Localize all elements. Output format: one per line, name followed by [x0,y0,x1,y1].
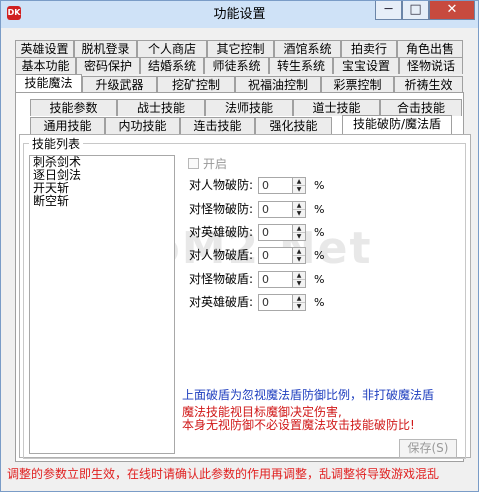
tab-tavern-system[interactable]: 酒馆系统 [274,40,341,57]
save-button[interactable]: 保存(S) [399,439,457,458]
percent-unit: % [314,226,325,239]
tab-chain-skills[interactable]: 连击技能 [180,117,255,134]
title-bar: DK 功能设置 ─ □ ✕ [1,1,478,28]
tab-personal-shop[interactable]: 个人商店 [137,40,207,57]
tab-enhance-skills[interactable]: 强化技能 [255,117,332,134]
hero-break-shield-label: 对英雄破盾: [189,295,254,309]
tab-common-skills[interactable]: 通用技能 [30,117,105,134]
tab-lottery-control[interactable]: 彩票控制 [321,76,394,93]
tab-taoist-skills[interactable]: 道士技能 [293,99,380,116]
minimize-button[interactable]: ─ [375,1,402,20]
hero-break-defense-input[interactable]: 0 ▲ ▼ [258,224,306,241]
monster-break-shield-input[interactable]: 0 ▲ ▼ [258,271,306,288]
tab-mining-control[interactable]: 挖矿控制 [157,76,235,93]
tab-upgrade-weapon[interactable]: 升级武器 [82,76,157,93]
enable-label: 开启 [203,157,228,171]
spin-value[interactable]: 0 [262,248,269,263]
close-button[interactable]: ✕ [429,1,475,20]
tab-blessing-oil-control[interactable]: 祝福油控制 [235,76,321,93]
percent-unit: % [314,273,325,286]
tab-rebirth-system[interactable]: 转生系统 [269,57,333,74]
spin-down-icon[interactable]: ▼ [293,233,305,240]
spin-up-icon[interactable]: ▲ [293,178,305,186]
tab-mentor-system[interactable]: 师徒系统 [204,57,269,74]
spin-down-icon[interactable]: ▼ [293,303,305,310]
magic-shield-note: 上面破盾为忽视魔法盾防御比例，非打破魔法盾 [182,388,435,402]
player-break-defense-label: 对人物破防: [189,178,254,192]
spin-value[interactable]: 0 [262,295,269,310]
spin-up-icon[interactable]: ▲ [293,202,305,210]
player-break-defense-input[interactable]: 0 ▲ ▼ [258,177,306,194]
enable-checkbox[interactable]: 开启 [188,156,248,172]
tab-internal-skills[interactable]: 内功技能 [105,117,180,134]
warning-line-2: 本身无视防御不必设置魔法攻击技能破防比! [182,418,415,432]
percent-unit: % [314,249,325,262]
tab-skill-params[interactable]: 技能参数 [30,99,117,116]
tab-skills-magic[interactable]: 技能魔法 [15,74,82,93]
tab-skill-break-magic-shield[interactable]: 技能破防/魔法盾 [342,115,452,135]
list-item[interactable]: 断空斩 [30,195,174,208]
tab-other-control[interactable]: 其它控制 [207,40,274,57]
spin-down-icon[interactable]: ▼ [293,210,305,217]
tab-pet-settings[interactable]: 宝宝设置 [333,57,399,74]
player-break-shield-input[interactable]: 0 ▲ ▼ [258,247,306,264]
percent-unit: % [314,203,325,216]
tab-password-protect[interactable]: 密码保护 [76,57,140,74]
tab-basic-functions[interactable]: 基本功能 [15,57,76,74]
tab-monster-talk[interactable]: 怪物说话 [399,57,463,74]
spin-up-icon[interactable]: ▲ [293,248,305,256]
spin-value[interactable]: 0 [262,178,269,193]
spin-value[interactable]: 0 [262,202,269,217]
hero-break-shield-input[interactable]: 0 ▲ ▼ [258,294,306,311]
tab-warrior-skills[interactable]: 战士技能 [117,99,205,116]
checkbox-box[interactable] [188,158,199,169]
spin-down-icon[interactable]: ▼ [293,256,305,263]
settings-window: DK 功能设置 ─ □ ✕ 英雄设置 脱机登录 个人商店 其它控制 酒馆系统 拍… [0,0,479,492]
spin-up-icon[interactable]: ▲ [293,225,305,233]
tab-offline-login[interactable]: 脱机登录 [74,40,137,57]
spin-up-icon[interactable]: ▲ [293,272,305,280]
spin-value[interactable]: 0 [262,225,269,240]
magic-skill-warning: 魔法技能视目标魔御决定伤害, 本身无视防御不必设置魔法攻击技能破防比! [182,406,415,432]
spin-down-icon[interactable]: ▼ [293,280,305,287]
percent-unit: % [314,296,325,309]
monster-break-defense-label: 对怪物破防: [189,202,254,216]
tab-prayer-effect[interactable]: 祈祷生效 [394,76,463,93]
maximize-button[interactable]: □ [402,1,429,20]
spin-value[interactable]: 0 [262,272,269,287]
monster-break-shield-label: 对怪物破盾: [189,272,254,286]
tab-hero-settings[interactable]: 英雄设置 [15,40,74,57]
spin-up-icon[interactable]: ▲ [293,295,305,303]
tab-mage-skills[interactable]: 法师技能 [205,99,293,116]
tab-combo-skills[interactable]: 合击技能 [380,99,462,116]
spin-down-icon[interactable]: ▼ [293,186,305,193]
status-warning: 调整的参数立即生效，在线时请确认此参数的作用再调整，乱调整将导致游戏混乱 [7,467,440,481]
hero-break-defense-label: 对英雄破防: [189,225,254,239]
monster-break-defense-input[interactable]: 0 ▲ ▼ [258,201,306,218]
tab-marriage-system[interactable]: 结婚系统 [140,57,204,74]
skill-list-label: 技能列表 [29,138,84,150]
skill-listbox[interactable]: 刺杀剑术 逐日剑法 开天斩 断空斩 [29,155,175,454]
tab-character-sale[interactable]: 角色出售 [397,40,463,57]
percent-unit: % [314,179,325,192]
player-break-shield-label: 对人物破盾: [189,248,254,262]
tab-auction[interactable]: 拍卖行 [341,40,397,57]
